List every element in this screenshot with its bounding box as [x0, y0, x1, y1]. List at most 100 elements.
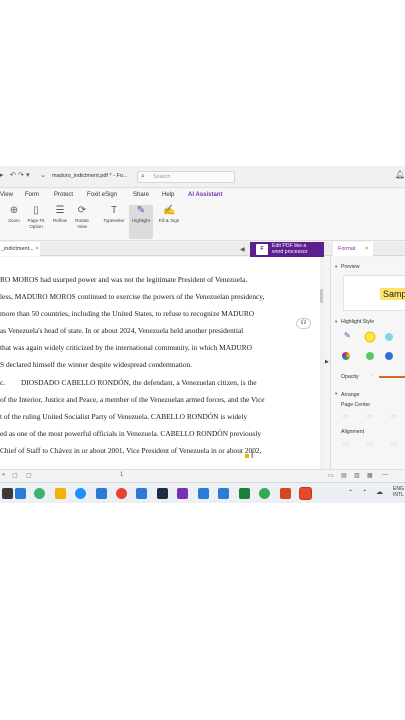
search-input[interactable]: ⌕ Search — [137, 171, 235, 183]
file-explorer-icon[interactable] — [55, 488, 66, 499]
word-icon[interactable] — [198, 488, 209, 499]
edge-icon[interactable] — [75, 488, 86, 499]
page-fit-icon: ▯ — [33, 205, 39, 216]
chevron-up-icon[interactable]: ⌃ — [348, 489, 353, 496]
zoom-out-icon[interactable]: — — [382, 472, 388, 478]
highlight-button[interactable]: ✎ Highlight — [129, 205, 153, 239]
align-top-icon[interactable]: ▭ — [343, 441, 349, 448]
menu-form[interactable]: Form — [25, 192, 39, 198]
tab-format-label: Format — [338, 246, 356, 252]
chrome-icon[interactable] — [116, 488, 127, 499]
doc-line: t of the ruling United Socialist Party o… — [0, 412, 248, 421]
scrollbar-thumb[interactable] — [320, 289, 323, 303]
menu-help[interactable]: Help — [162, 192, 174, 198]
doc-line: of the Interior, Justice and Peace, a me… — [0, 395, 265, 404]
opacity-label: Opacity — [341, 374, 359, 380]
menu-share[interactable]: Share — [133, 192, 149, 198]
highlight-style-heading: Highlight Style — [341, 319, 375, 325]
chrome-profile-icon[interactable] — [259, 488, 270, 499]
menu-bar: View Form Protect Foxit eSign Share Help… — [0, 189, 405, 203]
title-bar: ▸ ↶ ↷ ▾ ⌄ maduro_indictment.pdf * - Fo..… — [0, 166, 405, 188]
outlook-icon[interactable] — [218, 488, 229, 499]
foxit-active-icon[interactable] — [300, 488, 311, 499]
menu-foxit-esign[interactable]: Foxit eSign — [87, 192, 117, 198]
reflow-button[interactable]: ☰ Reflow — [49, 205, 71, 239]
app-window: ▸ ↶ ↷ ▾ ⌄ maduro_indictment.pdf * - Fo..… — [0, 166, 405, 503]
document-scrollbar[interactable] — [320, 257, 324, 469]
doc-line: Chief of Staff to Chávez in or about 200… — [0, 446, 262, 455]
fill-sign-label: Fill & Sign — [158, 218, 180, 223]
single-page-icon[interactable]: ▭ — [328, 472, 334, 479]
teams-icon[interactable] — [177, 488, 188, 499]
preview-heading: Preview — [341, 264, 360, 270]
page-fit-button[interactable]: ▯ Page Fit Option — [25, 205, 47, 239]
preview-sample: Samp — [380, 288, 405, 300]
doc-line: RO MOROS had usurped power and was not t… — [0, 275, 248, 284]
chevron-down-icon[interactable]: ▾ — [335, 264, 337, 270]
chevron-down-icon[interactable]: ▾ — [335, 319, 337, 325]
typewriter-label: Typewriter — [103, 218, 125, 223]
doc-line: that was again widely criticized by the … — [0, 343, 252, 352]
menu-protect[interactable]: Protect — [54, 192, 73, 198]
close-icon[interactable]: × — [365, 246, 368, 252]
swatch-cyan[interactable] — [385, 333, 393, 341]
fill-sign-button[interactable]: ✍ Fill & Sign — [158, 205, 180, 239]
typewriter-icon: T — [110, 205, 118, 216]
tab-document[interactable]: _indictment... × — [0, 242, 40, 256]
swatch-blue[interactable] — [385, 352, 393, 360]
thumbnail-icon[interactable]: ▢ — [12, 472, 18, 479]
page-indicator: 1 — [120, 472, 124, 478]
preview-box: Samp — [343, 275, 405, 311]
window-title: maduro_indictment.pdf * - Fo... — [52, 173, 128, 179]
fill-sign-icon: ✍ — [163, 205, 176, 216]
close-icon[interactable]: × — [35, 246, 38, 252]
headset-icon[interactable]: ☊ — [296, 318, 311, 329]
cloud-icon[interactable]: ☁ — [376, 488, 383, 496]
undo-icon[interactable]: ↶ — [10, 171, 16, 179]
align-center-icon[interactable]: ▭ — [367, 413, 373, 420]
widget-icon[interactable] — [34, 488, 45, 499]
dropdown-icon[interactable]: ▾ — [26, 171, 30, 179]
continuous-icon[interactable]: ▤ — [341, 472, 347, 479]
search-taskbar-icon[interactable] — [15, 488, 26, 499]
align-right-icon[interactable]: ▭ — [391, 413, 397, 420]
zoom-button[interactable]: ⊕ Zoom — [3, 205, 25, 239]
menu-ai-assistant[interactable]: AI Assistant — [188, 192, 222, 198]
zoom-icon: ⊕ — [9, 205, 19, 216]
menu-view[interactable]: View — [0, 192, 13, 198]
excel-icon[interactable] — [239, 488, 250, 499]
swatch-yellow[interactable] — [366, 333, 374, 341]
collapse-panel-icon[interactable]: ▶ — [325, 359, 329, 365]
mail-icon[interactable] — [136, 488, 147, 499]
wifi-icon[interactable]: ◔ — [362, 488, 366, 495]
typewriter-button[interactable]: T Typewriter — [101, 205, 127, 239]
first-page-icon[interactable]: « — [2, 472, 5, 478]
page-view-icon[interactable]: ▢ — [26, 472, 32, 479]
redo-icon[interactable]: ↷ — [18, 171, 24, 179]
pen-icon[interactable]: ✎ — [344, 331, 351, 340]
foxit-icon[interactable] — [280, 488, 291, 499]
align-middle-icon[interactable]: ▭ — [367, 441, 373, 448]
document-view[interactable]: RO MOROS had usurped power and was not t… — [0, 257, 320, 469]
chevron-down-icon[interactable]: ⌄ — [40, 171, 46, 179]
text-cursor-icon: I — [251, 451, 254, 460]
language-indicator[interactable]: ENG INTL — [393, 486, 404, 498]
chevron-left-icon[interactable]: ◀ — [240, 246, 245, 253]
two-page-icon[interactable]: ▥ — [354, 472, 360, 479]
edit-pdf-promo-banner[interactable]: F Edit PDF like a word processor — [250, 242, 324, 258]
opacity-slider[interactable] — [379, 376, 405, 378]
chevron-down-icon[interactable]: ▾ — [335, 391, 337, 397]
two-page-continuous-icon[interactable]: ▦ — [367, 472, 373, 479]
align-bottom-icon[interactable]: ▭ — [391, 441, 397, 448]
store-icon[interactable] — [96, 488, 107, 499]
bell-icon[interactable]: 🔔︎ — [395, 170, 405, 179]
terminal-icon[interactable] — [157, 488, 168, 499]
tab-strip: _indictment... × ◀ F Edit PDF like a wor… — [0, 242, 405, 258]
menu-icon[interactable]: ▸ — [0, 171, 4, 179]
align-left-icon[interactable]: ▭ — [343, 413, 349, 420]
tab-format[interactable]: Format × — [333, 242, 373, 256]
rotate-view-button[interactable]: ⟳ Rotate View — [71, 205, 93, 239]
color-wheel-icon[interactable] — [342, 352, 350, 360]
start-icon[interactable] — [2, 488, 13, 499]
swatch-green[interactable] — [366, 352, 374, 360]
